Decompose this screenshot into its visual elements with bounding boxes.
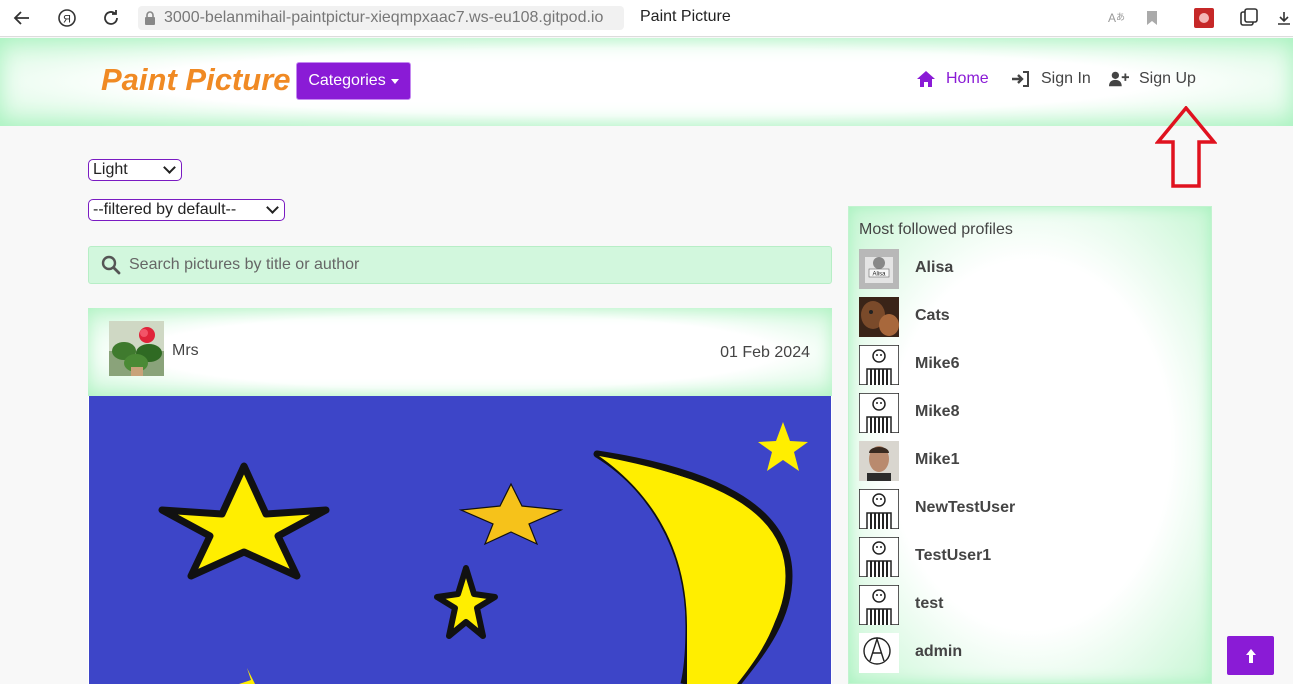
avatar — [859, 489, 899, 529]
back-icon[interactable] — [11, 7, 33, 29]
extension-icon[interactable] — [1194, 8, 1214, 28]
arrow-up-icon — [1245, 648, 1256, 663]
back-to-top-button[interactable] — [1227, 636, 1274, 675]
profile-name: NewTestUser — [915, 499, 1016, 516]
profile-item-admin[interactable]: admin — [859, 633, 962, 673]
post-author[interactable]: Mrs — [172, 342, 199, 360]
svg-text:Я: Я — [63, 14, 71, 26]
search-input[interactable]: Search pictures by title or author — [88, 246, 832, 284]
painting-image[interactable] — [89, 396, 831, 684]
nav-sign-up[interactable]: Sign Up — [1109, 70, 1196, 88]
brand-logo[interactable]: Paint Picture — [101, 62, 291, 98]
categories-label: Categories — [308, 72, 386, 89]
avatar — [859, 633, 899, 673]
profile-item-cats[interactable]: Cats — [859, 297, 950, 337]
search-icon — [101, 255, 121, 275]
theme-select-value: Light — [93, 161, 128, 178]
home-icon — [917, 71, 935, 87]
profile-name: Mike8 — [915, 403, 960, 420]
url-text: 3000-belanmihail-paintpictur-xieqmpxaac7… — [164, 9, 604, 26]
picture-card[interactable]: Mrs 01 Feb 2024 — [88, 308, 832, 684]
nav-sign-in[interactable]: Sign In — [1011, 70, 1091, 88]
lock-icon — [145, 11, 155, 25]
most-followed-panel: Most followed profiles Alisa Alisa Cats … — [848, 206, 1212, 684]
filter-select[interactable]: --filtered by default-- — [88, 199, 285, 221]
avatar — [859, 345, 899, 385]
avatar — [859, 393, 899, 433]
svg-text:A: A — [1108, 11, 1116, 25]
user-plus-icon — [1109, 71, 1129, 87]
bookmark-icon[interactable] — [1142, 8, 1162, 28]
yandex-icon[interactable]: Я — [56, 7, 78, 29]
avatar: Alisa — [859, 249, 899, 289]
site-header: Paint Picture Categories Home Sign In Si… — [0, 38, 1293, 126]
downloads-icon[interactable] — [1274, 8, 1293, 28]
chevron-down-icon — [266, 201, 279, 214]
profile-name: Alisa — [915, 259, 954, 276]
profile-item-newtestuser[interactable]: NewTestUser — [859, 489, 1015, 529]
profile-name: Cats — [915, 307, 950, 324]
profile-item-alisa[interactable]: Alisa Alisa — [859, 249, 953, 289]
avatar — [859, 441, 899, 481]
browser-toolbar: Я 3000-belanmihail-paintpictur-xieqmpxaa… — [0, 0, 1293, 37]
collections-icon[interactable] — [1239, 8, 1259, 28]
profile-name: test — [915, 595, 944, 612]
sign-in-icon — [1012, 71, 1029, 87]
profile-name: Mike1 — [915, 451, 960, 468]
nav-sign-up-label: Sign Up — [1139, 70, 1196, 87]
profile-name: TestUser1 — [915, 547, 992, 564]
nav-home[interactable]: Home — [916, 70, 989, 88]
caret-down-icon — [390, 78, 399, 84]
profile-item-mike6[interactable]: Mike6 — [859, 345, 959, 385]
svg-text:あ: あ — [1116, 12, 1125, 22]
avatar[interactable] — [109, 321, 164, 376]
reload-icon[interactable] — [100, 7, 122, 29]
tab-title: Paint Picture — [640, 8, 731, 25]
avatar-caption: Alisa — [872, 272, 886, 278]
avatar — [859, 585, 899, 625]
profile-item-mike1[interactable]: Mike1 — [859, 441, 959, 481]
filter-select-value: --filtered by default-- — [93, 201, 237, 218]
profile-name: Mike6 — [915, 355, 960, 372]
profile-item-testuser1[interactable]: TestUser1 — [859, 537, 991, 577]
translate-icon[interactable]: Aあ — [1107, 8, 1127, 28]
search-placeholder: Search pictures by title or author — [129, 256, 360, 273]
address-bar[interactable]: 3000-belanmihail-paintpictur-xieqmpxaac7… — [138, 6, 624, 30]
annotation-arrow-up — [1155, 106, 1217, 188]
avatar — [859, 537, 899, 577]
chevron-down-icon — [163, 161, 176, 174]
picture-card-header: Mrs 01 Feb 2024 — [88, 308, 832, 396]
avatar — [859, 297, 899, 337]
categories-dropdown-button[interactable]: Categories — [296, 62, 411, 100]
panel-title: Most followed profiles — [859, 221, 1013, 238]
post-date: 01 Feb 2024 — [720, 344, 810, 361]
theme-select[interactable]: Light — [88, 159, 182, 181]
profile-name: admin — [915, 643, 963, 660]
nav-home-label: Home — [946, 70, 989, 87]
profile-item-mike8[interactable]: Mike8 — [859, 393, 959, 433]
nav-sign-in-label: Sign In — [1041, 70, 1091, 87]
profile-item-test[interactable]: test — [859, 585, 943, 625]
